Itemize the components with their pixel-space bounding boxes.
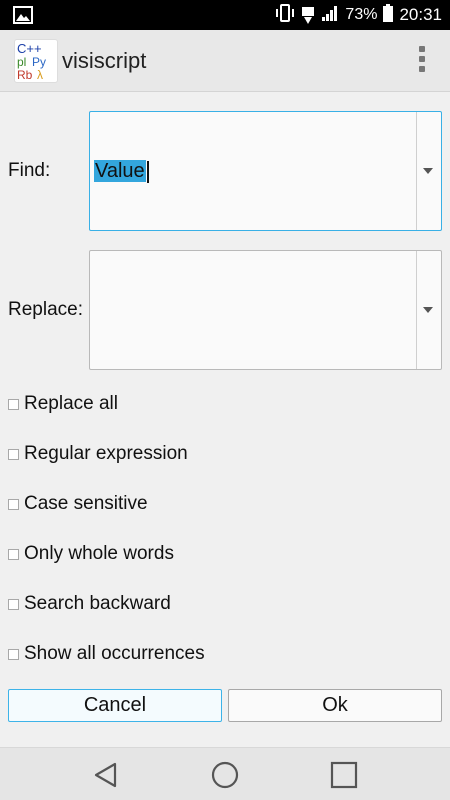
combo-divider <box>416 251 417 369</box>
vibrate-icon <box>275 3 295 27</box>
dropdown-arrow-icon[interactable] <box>423 168 433 174</box>
status-clock: 20:31 <box>399 5 442 24</box>
find-label: Find: <box>8 160 51 181</box>
checkbox[interactable] <box>8 498 19 510</box>
more-vert-icon[interactable] <box>416 46 428 76</box>
checkbox[interactable] <box>8 648 19 660</box>
svg-text:Py: Py <box>32 55 46 69</box>
svg-text:λ: λ <box>37 68 43 82</box>
option-label: Replace all <box>24 393 118 414</box>
battery-icon <box>383 3 394 27</box>
replace-label: Replace: <box>8 299 83 320</box>
option-only-whole-words[interactable]: Only whole words <box>8 542 174 566</box>
find-combo[interactable]: Value <box>89 111 442 231</box>
option-search-backward[interactable]: Search backward <box>8 592 171 616</box>
checkbox[interactable] <box>8 598 19 610</box>
home-icon[interactable] <box>210 760 240 790</box>
image-icon <box>13 6 33 24</box>
dropdown-arrow-icon[interactable] <box>423 307 433 313</box>
battery-percent: 73% <box>345 6 378 23</box>
checkbox[interactable] <box>8 398 19 410</box>
app-logo-icon: C++ pl Py Rb λ <box>14 39 58 83</box>
combo-divider <box>416 112 417 230</box>
option-show-all-occurrences[interactable]: Show all occurrences <box>8 642 205 666</box>
option-label: Only whole words <box>24 543 174 564</box>
option-label: Regular expression <box>24 443 188 464</box>
app-bar: C++ pl Py Rb λ visiscript <box>0 30 450 92</box>
app-title: visiscript <box>62 48 147 73</box>
find-input[interactable]: Value <box>94 160 149 183</box>
ok-button[interactable]: Ok <box>228 689 442 722</box>
replace-combo[interactable] <box>89 250 442 370</box>
svg-text:pl: pl <box>17 55 26 69</box>
option-regular-expression[interactable]: Regular expression <box>8 442 188 466</box>
option-case-sensitive[interactable]: Case sensitive <box>8 492 148 516</box>
back-icon[interactable] <box>91 760 121 790</box>
text-caret <box>146 160 149 183</box>
status-bar: 73% 20:31 <box>0 0 450 30</box>
option-label: Show all occurrences <box>24 643 205 664</box>
cancel-button[interactable]: Cancel <box>8 689 222 722</box>
checkbox[interactable] <box>8 548 19 560</box>
signal-icon <box>321 4 339 27</box>
network-type-icon <box>301 5 315 25</box>
find-input-value: Value <box>94 160 146 182</box>
recents-icon[interactable] <box>329 760 359 790</box>
svg-text:Rb: Rb <box>17 68 33 82</box>
svg-text:C++: C++ <box>17 41 42 56</box>
checkbox[interactable] <box>8 448 19 460</box>
option-replace-all[interactable]: Replace all <box>8 392 118 416</box>
option-label: Case sensitive <box>24 493 148 514</box>
option-label: Search backward <box>24 593 171 614</box>
navigation-bar <box>0 747 450 800</box>
